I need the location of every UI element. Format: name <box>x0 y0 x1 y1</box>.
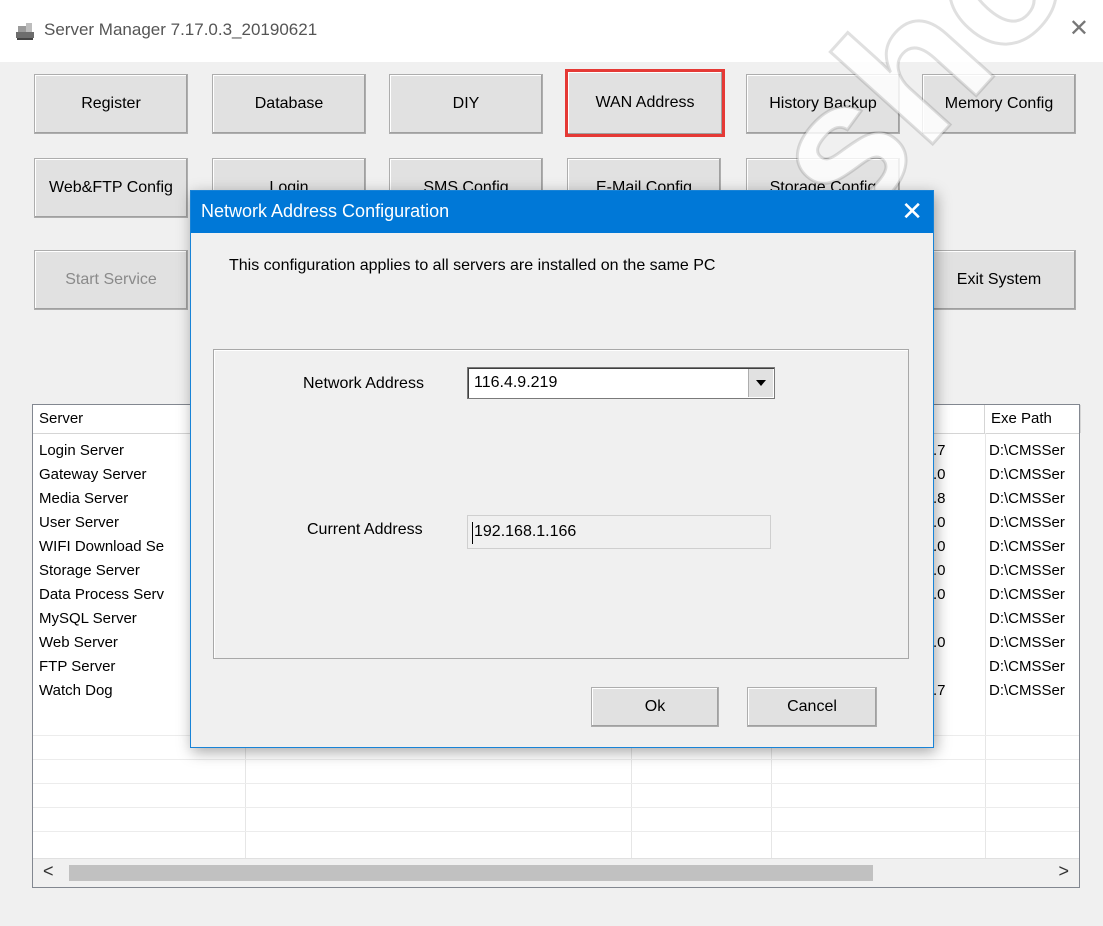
row-divider <box>33 807 1079 808</box>
table-cell-version: .7 <box>933 682 946 699</box>
table-cell-version: .0 <box>933 466 946 483</box>
dialog-note: This configuration applies to all server… <box>229 257 716 274</box>
dialog-close-icon[interactable]: ✕ <box>901 195 923 227</box>
row-divider <box>33 831 1079 832</box>
table-cell-server[interactable]: WIFI Download Se <box>39 535 191 559</box>
current-address-label: Current Address <box>307 521 423 538</box>
row-divider <box>33 759 1079 760</box>
table-cell-version: .0 <box>933 538 946 555</box>
database-button[interactable]: Database <box>212 74 366 134</box>
table-cell-exe-path[interactable]: D:\CMSSer <box>989 535 1077 559</box>
table-cell-server[interactable]: User Server <box>39 511 191 535</box>
table-cell-version: .0 <box>933 514 946 531</box>
scrollbar-thumb[interactable] <box>69 865 873 881</box>
table-cell-server[interactable]: Login Server <box>39 439 191 463</box>
register-button[interactable]: Register <box>34 74 188 134</box>
row-divider <box>33 783 1079 784</box>
window-close-icon[interactable]: ✕ <box>1069 14 1089 44</box>
table-cell-server[interactable]: Storage Server <box>39 559 191 583</box>
table-cell-server[interactable]: Data Process Serv <box>39 583 191 607</box>
table-cell-version: .0 <box>933 586 946 603</box>
table-cell-exe-path[interactable]: D:\CMSSer <box>989 439 1077 463</box>
chevron-down-icon[interactable] <box>748 369 773 397</box>
table-cell-server[interactable]: FTP Server <box>39 655 191 679</box>
table-cell-server[interactable]: Web Server <box>39 631 191 655</box>
table-cell-exe-path[interactable]: D:\CMSSer <box>989 655 1077 679</box>
table-cell-exe-path[interactable]: D:\CMSSer <box>989 559 1077 583</box>
dialog-title: Network Address Configuration <box>201 201 450 221</box>
cancel-button[interactable]: Cancel <box>747 687 877 727</box>
table-cell-version: .8 <box>933 490 946 507</box>
table-cell-server[interactable]: MySQL Server <box>39 607 191 631</box>
column-divider <box>985 433 986 859</box>
network-address-dropdown[interactable]: 116.4.9.219 <box>467 367 775 399</box>
table-cell-exe-path[interactable]: D:\CMSSer <box>989 679 1077 703</box>
table-cell-server[interactable]: Media Server <box>39 487 191 511</box>
history-backup-button[interactable]: History Backup <box>746 74 900 134</box>
table-cell-exe-path[interactable]: D:\CMSSer <box>989 631 1077 655</box>
scroll-right-icon[interactable]: > <box>1058 861 1069 882</box>
table-cell-exe-path[interactable]: D:\CMSSer <box>989 607 1077 631</box>
network-address-value: 116.4.9.219 <box>474 374 558 391</box>
horizontal-scrollbar[interactable]: < > <box>33 858 1079 887</box>
diy-button[interactable]: DIY <box>389 74 543 134</box>
scroll-left-icon[interactable]: < <box>43 861 54 882</box>
table-cell-server[interactable]: Gateway Server <box>39 463 191 487</box>
memory-config-button[interactable]: Memory Config <box>922 74 1076 134</box>
current-address-value: 192.168.1.166 <box>474 523 577 540</box>
network-address-label: Network Address <box>303 375 424 392</box>
ok-button[interactable]: Ok <box>591 687 719 727</box>
window-title: Server Manager 7.17.0.3_20190621 <box>44 20 318 39</box>
current-address-field[interactable]: 192.168.1.166 <box>467 515 771 549</box>
table-cell-version: .7 <box>933 442 946 459</box>
table-cell-version: .0 <box>933 634 946 651</box>
text-caret <box>472 522 473 544</box>
column-header-exe-path[interactable]: Exe Path <box>985 405 1081 433</box>
table-cell-version: .0 <box>933 562 946 579</box>
exit-system-button[interactable]: Exit System <box>922 250 1076 310</box>
window-titlebar: Server Manager 7.17.0.3_20190621 ✕ <box>0 0 1103 62</box>
dialog-titlebar[interactable]: Network Address Configuration ✕ <box>191 191 933 233</box>
table-cell-exe-path[interactable]: D:\CMSSer <box>989 487 1077 511</box>
web-ftp-config-button[interactable]: Web&FTP Config <box>34 158 188 218</box>
table-cell-server[interactable]: Watch Dog <box>39 679 191 703</box>
server-manager-app-icon <box>16 23 34 40</box>
table-cell-exe-path[interactable]: D:\CMSSer <box>989 463 1077 487</box>
table-cell-exe-path[interactable]: D:\CMSSer <box>989 583 1077 607</box>
start-service-button[interactable]: Start Service <box>34 250 188 310</box>
table-cell-exe-path[interactable]: D:\CMSSer <box>989 511 1077 535</box>
network-address-dialog: Network Address Configuration ✕ This con… <box>190 190 934 748</box>
wan-address-button[interactable]: WAN Address <box>565 69 725 137</box>
